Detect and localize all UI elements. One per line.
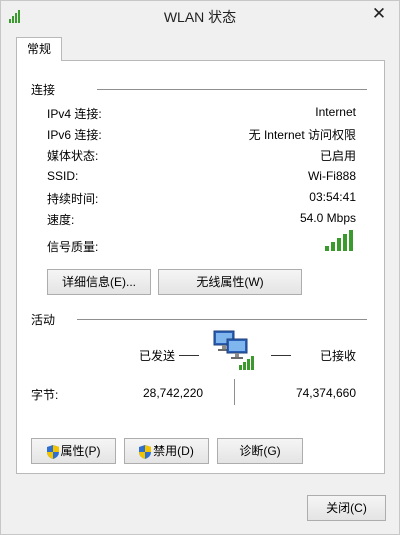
media-state-value: 已启用 [319,149,356,163]
speed-value: 54.0 Mbps [299,211,356,225]
bytes-received-value: 74,374,660 [295,386,356,400]
media-state-label: 媒体状态: [47,149,99,163]
sent-dash [179,355,199,356]
ssid-value: Wi-Fi888 [307,169,356,183]
received-dash [271,355,291,356]
ipv4-value: Internet [315,105,356,119]
activity-section-title: 活动 [31,313,56,327]
ipv4-label: IPv4 连接: [47,107,102,121]
speed-label: 速度: [47,213,75,227]
disable-button[interactable]: 禁用(D) [124,438,209,464]
close-icon[interactable]: ✕ [371,5,387,22]
uac-shield-icon [46,444,59,459]
duration-value: 03:54:41 [309,190,356,204]
tab-general[interactable]: 常规 [16,37,62,61]
sent-label: 已发送 [139,349,176,363]
wlan-status-window: WLAN 状态 ✕ 常规 连接 IPv4 连接: Internet IPv6 连… [0,0,400,535]
signal-quality-label: 信号质量: [47,240,99,254]
general-panel: 连接 IPv4 连接: Internet IPv6 连接: 无 Internet… [16,60,385,474]
section-divider [97,89,367,90]
disable-button-label: 禁用(D) [153,444,194,458]
ipv6-label: IPv6 连接: [47,128,102,142]
title-bar[interactable]: WLAN 状态 ✕ [1,1,399,31]
uac-shield-icon [139,444,152,459]
details-button[interactable]: 详细信息(E)... [47,269,151,295]
ssid-label: SSID: [47,169,79,183]
duration-label: 持续时间: [47,192,99,206]
bytes-label: 字节: [31,388,59,402]
section-divider [77,319,367,320]
received-label: 已接收 [319,349,356,363]
signal-strength-icon [325,230,353,251]
connection-section-title: 连接 [31,83,56,97]
diagnose-button[interactable]: 诊断(G) [217,438,303,464]
properties-button[interactable]: 属性(P) [31,438,116,464]
window-title: WLAN 状态 [163,9,237,25]
ipv6-value: 无 Internet 访问权限 [248,128,356,142]
bytes-sent-value: 28,742,220 [143,386,204,400]
close-button[interactable]: 关闭(C) [307,495,386,521]
properties-button-label: 属性(P) [60,444,101,458]
wireless-properties-button[interactable]: 无线属性(W) [158,269,302,295]
network-computers-icon [213,330,254,370]
bytes-divider [234,379,235,405]
